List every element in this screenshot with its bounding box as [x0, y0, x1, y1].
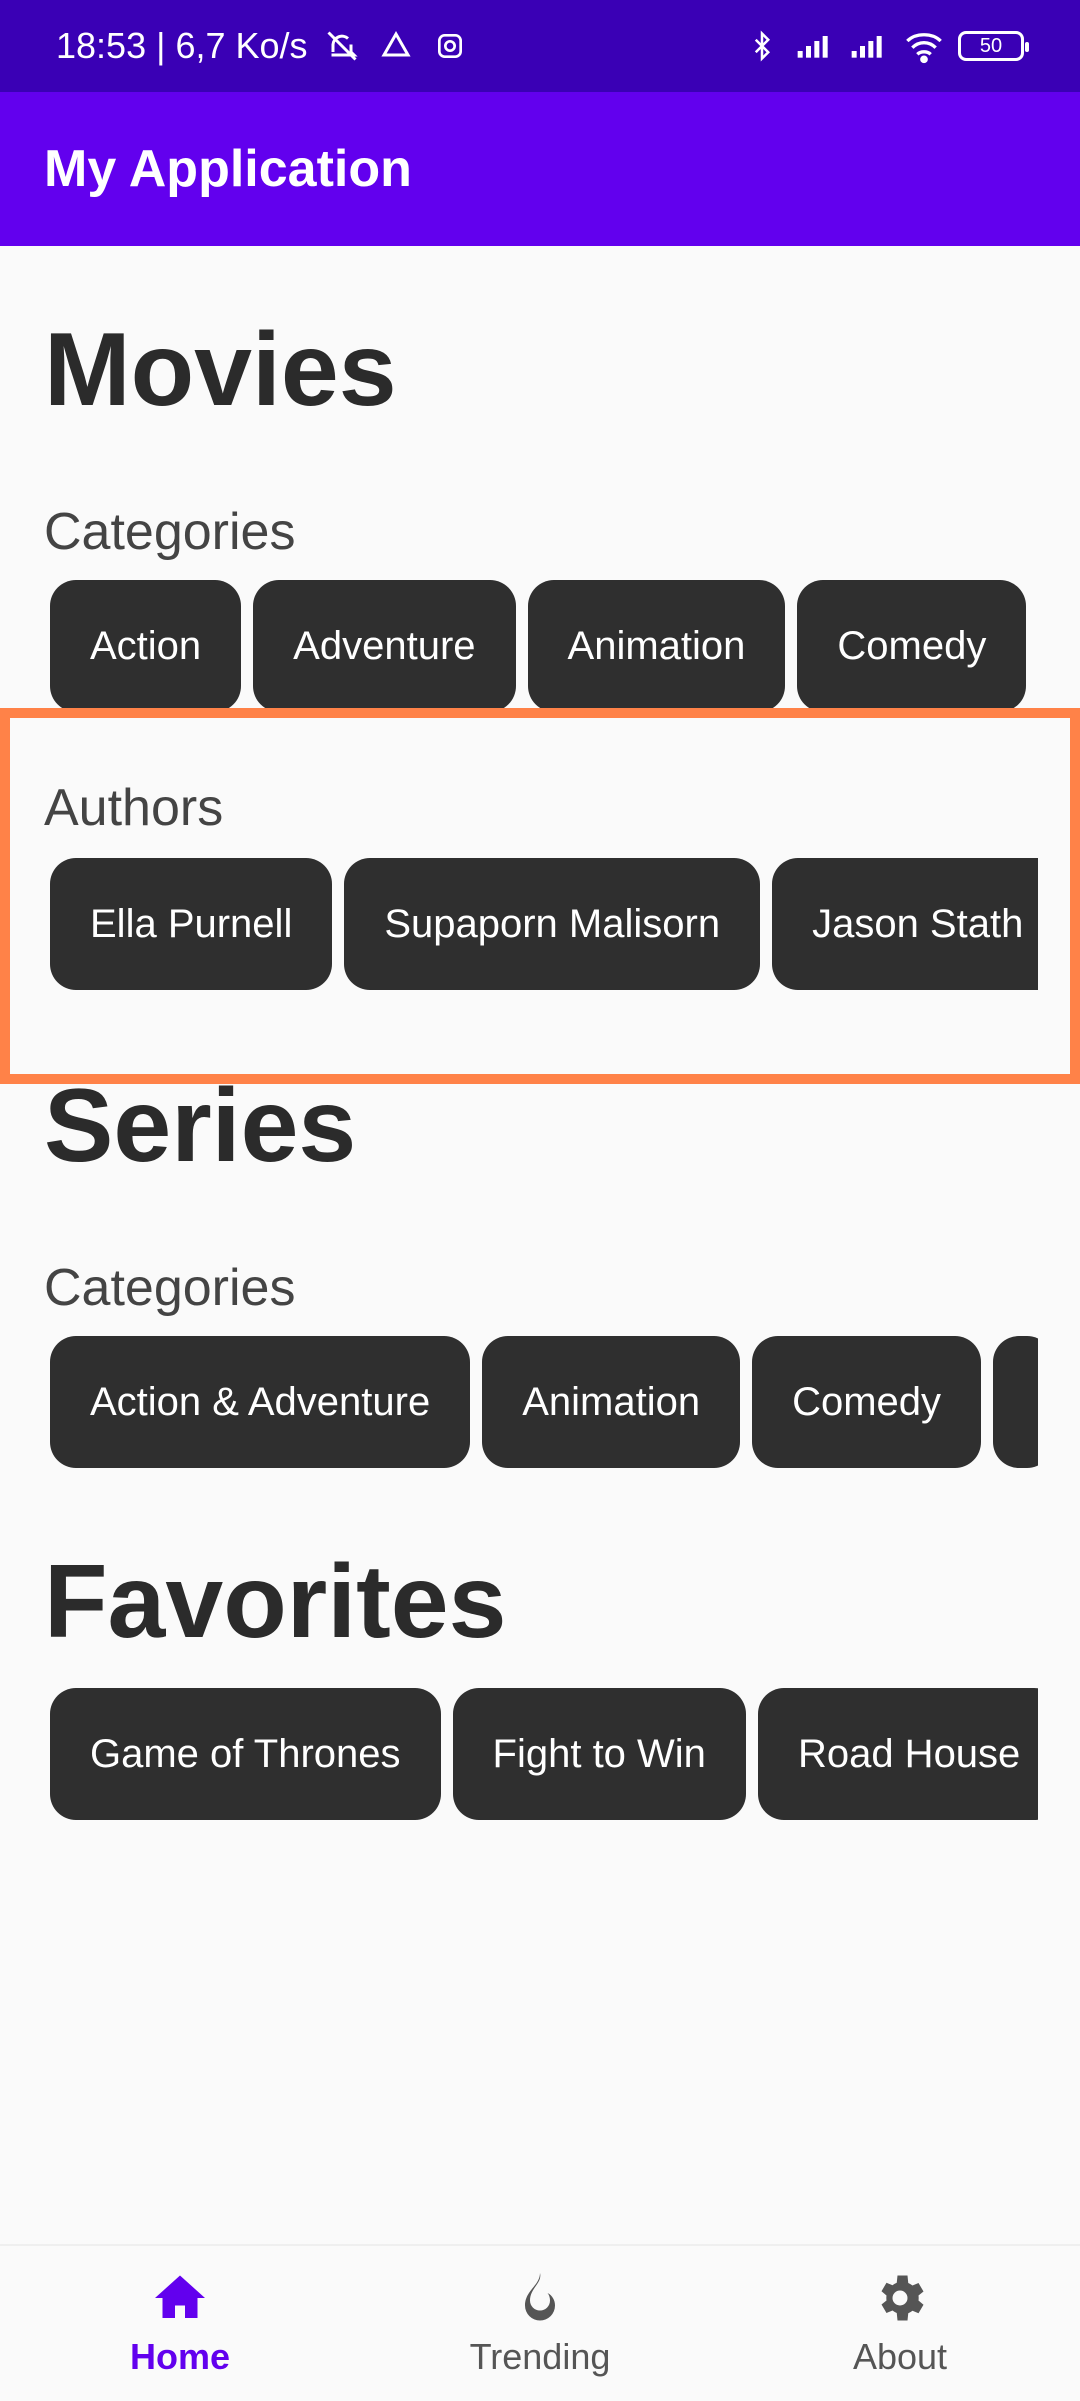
status-right: 50 — [742, 26, 1024, 66]
battery-indicator: 50 — [958, 31, 1024, 61]
series-categories-label: Categories — [44, 1262, 295, 1314]
chip-author-jason-statham[interactable]: Jason Stath — [772, 858, 1038, 990]
nav-home[interactable]: Home — [60, 2245, 300, 2401]
app-title: My Application — [44, 139, 412, 199]
movies-authors-label: Authors — [44, 782, 223, 834]
chip-favorite-game-of-thrones[interactable]: Game of Thrones — [50, 1688, 441, 1820]
chip-author-supaporn-malisorn[interactable]: Supaporn Malisorn — [344, 858, 760, 990]
gear-icon — [870, 2268, 930, 2328]
bottom-navigation: Home Trending About — [0, 2244, 1080, 2400]
favorites-title: Favorites — [44, 1550, 506, 1654]
chip-action-adventure[interactable]: Action & Adventure — [50, 1336, 470, 1468]
series-title: Series — [44, 1074, 356, 1178]
movies-title: Movies — [44, 318, 397, 422]
signal-icon — [796, 26, 836, 66]
status-left: 18:53 | 6,7 Ko/s — [56, 25, 470, 67]
movies-categories-label: Categories — [44, 506, 295, 558]
instagram-icon — [430, 26, 470, 66]
nav-trending[interactable]: Trending — [420, 2245, 660, 2401]
chip-animation[interactable]: Animation — [482, 1336, 740, 1468]
bell-off-icon — [322, 26, 362, 66]
nav-home-label: Home — [130, 2336, 230, 2378]
chip-more[interactable] — [993, 1336, 1038, 1468]
nav-trending-label: Trending — [470, 2336, 611, 2378]
fire-icon — [510, 2268, 570, 2328]
home-icon — [150, 2268, 210, 2328]
movies-authors-row[interactable]: Ella Purnell Supaporn Malisorn Jason Sta… — [50, 858, 1038, 990]
battery-level: 50 — [980, 35, 1002, 58]
app-bar: My Application — [0, 92, 1080, 246]
chip-favorite-fight-to-win[interactable]: Fight to Win — [453, 1688, 746, 1820]
drive-icon — [376, 26, 416, 66]
chip-comedy[interactable]: Comedy — [752, 1336, 981, 1468]
chip-adventure[interactable]: Adventure — [253, 580, 515, 712]
chip-favorite-road-house[interactable]: Road House — [758, 1688, 1038, 1820]
series-categories-row[interactable]: Action & Adventure Animation Comedy — [50, 1336, 1038, 1468]
nav-about-label: About — [853, 2336, 947, 2378]
chip-author-ella-purnell[interactable]: Ella Purnell — [50, 858, 332, 990]
wifi-icon — [904, 26, 944, 66]
chip-animation[interactable]: Animation — [528, 580, 786, 712]
bluetooth-icon — [742, 26, 782, 66]
movies-categories-row[interactable]: Action Adventure Animation Comedy — [50, 580, 1038, 712]
status-bar: 18:53 | 6,7 Ko/s — [0, 0, 1080, 92]
nav-about[interactable]: About — [780, 2245, 1020, 2401]
status-time-speed: 18:53 | 6,7 Ko/s — [56, 25, 308, 67]
chip-comedy[interactable]: Comedy — [797, 580, 1026, 712]
main-content: Movies Categories Action Adventure Anima… — [0, 246, 1080, 2244]
signal-icon — [850, 26, 890, 66]
chip-action[interactable]: Action — [50, 580, 241, 712]
favorites-row[interactable]: Game of Thrones Fight to Win Road House — [50, 1688, 1038, 1820]
